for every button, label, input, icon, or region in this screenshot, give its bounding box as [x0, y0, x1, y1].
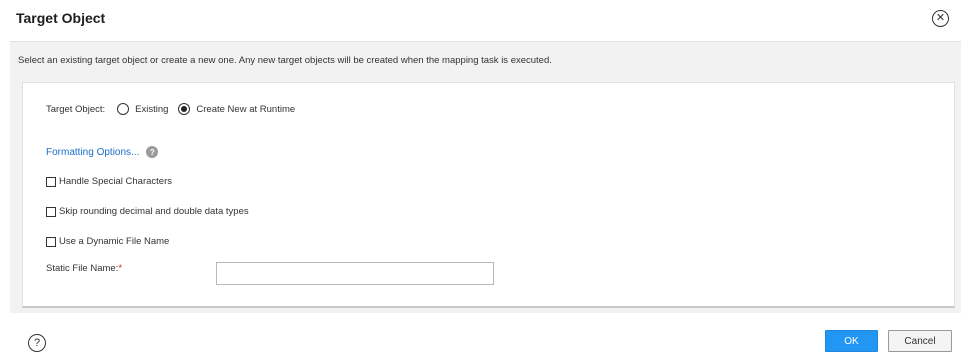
formatting-options-row: Formatting Options... ?: [46, 146, 159, 158]
formatting-options-link[interactable]: Formatting Options...: [46, 147, 139, 158]
radio-existing-circle[interactable]: [117, 103, 130, 115]
checkbox-handle-special-characters[interactable]: Handle Special Characters: [46, 176, 172, 187]
static-file-name-label: Static File Name:*: [46, 263, 122, 274]
radio-create-new-circle[interactable]: [178, 103, 191, 115]
dialog-content: Select an existing target object or crea…: [10, 41, 961, 313]
dialog-description: Select an existing target object or crea…: [18, 55, 552, 66]
checkbox-box[interactable]: [46, 176, 56, 187]
target-object-row: Target Object: Existing Create New at Ru…: [46, 103, 305, 115]
help-icon[interactable]: ?: [28, 334, 46, 352]
ok-button[interactable]: OK: [825, 330, 878, 352]
checkbox-box[interactable]: [46, 236, 56, 247]
checkbox-label: Handle Special Characters: [59, 176, 173, 187]
static-file-name-input[interactable]: [216, 262, 494, 285]
close-icon[interactable]: ✕: [932, 10, 949, 27]
radio-existing-label: Existing: [135, 103, 169, 115]
checkbox-box[interactable]: [46, 206, 56, 217]
checkbox-label: Skip rounding decimal and double data ty…: [59, 206, 249, 217]
radio-existing[interactable]: Existing: [117, 103, 168, 115]
static-file-name-text: Static File Name:: [46, 263, 119, 274]
cancel-button[interactable]: Cancel: [888, 330, 952, 352]
checkbox-label: Use a Dynamic File Name: [59, 236, 170, 247]
required-marker: *: [118, 263, 123, 274]
radio-create-new-label: Create New at Runtime: [196, 103, 296, 115]
info-icon[interactable]: ?: [146, 146, 159, 158]
target-object-label: Target Object:: [46, 103, 106, 115]
radio-create-new[interactable]: Create New at Runtime: [178, 103, 295, 115]
checkbox-skip-rounding[interactable]: Skip rounding decimal and double data ty…: [46, 206, 249, 217]
dialog-title: Target Object: [16, 10, 106, 26]
checkbox-dynamic-file-name[interactable]: Use a Dynamic File Name: [46, 236, 169, 247]
target-options-panel: Target Object: Existing Create New at Ru…: [22, 82, 955, 308]
